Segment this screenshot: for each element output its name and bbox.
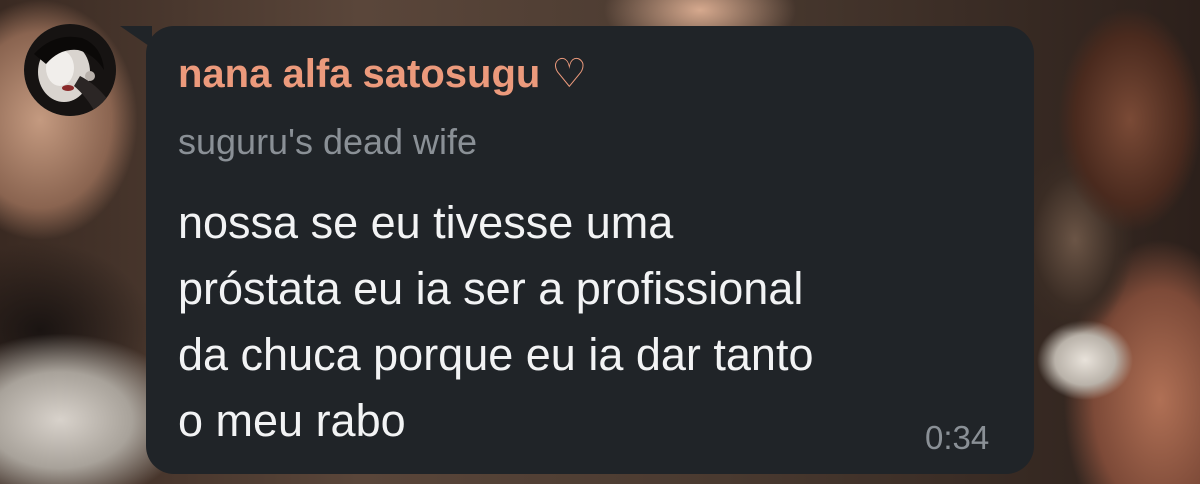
sender-custom-title: suguru's dead wife — [178, 121, 478, 162]
sender-avatar[interactable] — [24, 24, 116, 116]
message-timestamp: 0:34 — [925, 419, 990, 456]
message-text: nossa se eu tivesse uma próstata eu ia s… — [178, 197, 814, 446]
sender-name[interactable]: nana alfa satosugu ♡ — [178, 50, 587, 98]
